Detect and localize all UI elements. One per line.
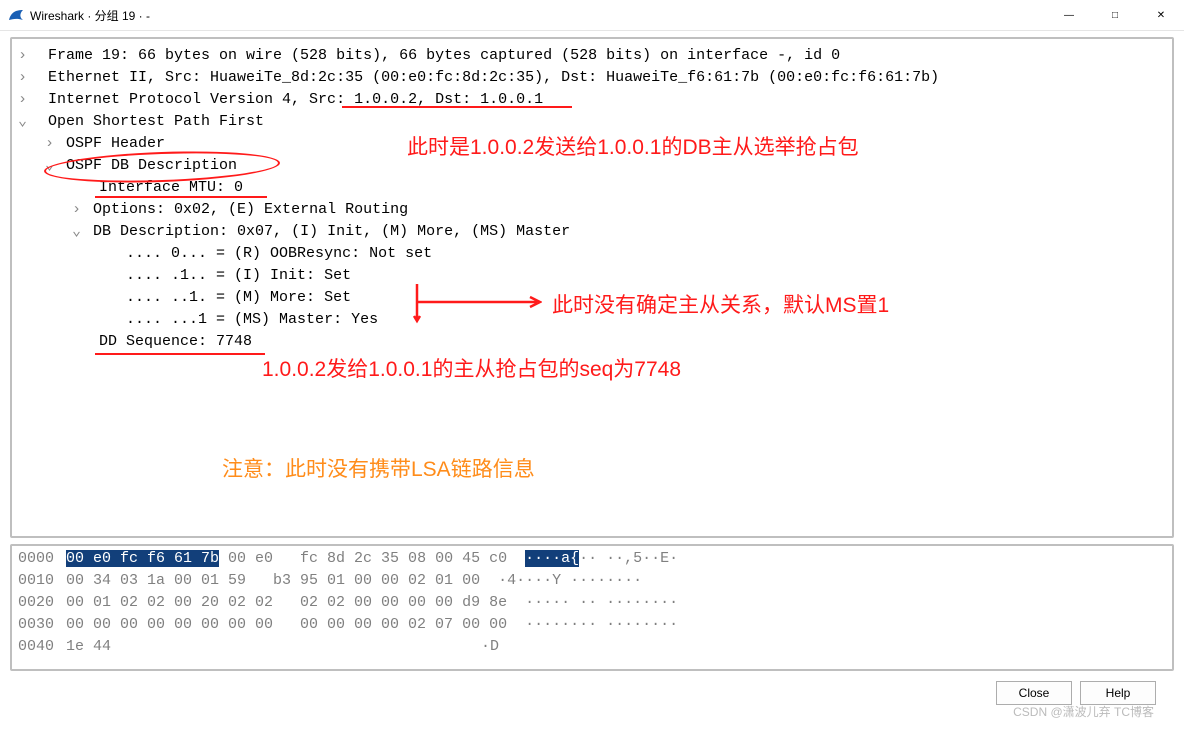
hex-row[interactable]: 002000 01 02 02 00 20 02 02 02 02 00 00 …: [18, 592, 1166, 614]
minimize-button[interactable]: —: [1046, 0, 1092, 30]
tree-row-options[interactable]: › Options: 0x02, (E) External Routing: [18, 199, 1166, 221]
tree-row-ospf-db[interactable]: ⌄ OSPF DB Description: [18, 155, 1166, 177]
tree-row-init[interactable]: .... .1.. = (I) Init: Set: [18, 265, 1166, 287]
annotation-4: 注意：此时没有携带LSA链路信息: [222, 459, 535, 481]
tree-row-ospf[interactable]: ⌄ Open Shortest Path First: [18, 111, 1166, 133]
tree-row-mtu[interactable]: Interface MTU: 0: [18, 177, 1166, 199]
watermark: CSDN @潇波儿弃 TC博客: [1013, 703, 1154, 720]
tree-row-oobresync[interactable]: .... 0... = (R) OOBResync: Not set: [18, 243, 1166, 265]
tree-row-ip[interactable]: › Internet Protocol Version 4, Src: 1.0.…: [18, 89, 1166, 111]
tree-row-frame[interactable]: › Frame 19: 66 bytes on wire (528 bits),…: [18, 45, 1166, 67]
close-dialog-button[interactable]: Close: [996, 681, 1072, 705]
maximize-button[interactable]: □: [1092, 0, 1138, 30]
hex-row[interactable]: 00401e 44·D: [18, 636, 1166, 658]
tree-row-ospf-header[interactable]: › OSPF Header: [18, 133, 1166, 155]
hex-panel: 0000 00 e0 fc f6 61 7b 00 e0 fc 8d 2c 35…: [10, 544, 1174, 671]
hex-row[interactable]: 0000 00 e0 fc f6 61 7b 00 e0 fc 8d 2c 35…: [18, 548, 1166, 570]
hex-dump[interactable]: 0000 00 e0 fc f6 61 7b 00 e0 fc 8d 2c 35…: [12, 546, 1172, 669]
underline-ddseq: [95, 353, 265, 355]
tree-row-ddseq[interactable]: DD Sequence: 7748: [18, 331, 1166, 353]
annotation-3: 1.0.0.2发给1.0.0.1的主从抢占包的seq为7748: [262, 359, 681, 381]
help-button[interactable]: Help: [1080, 681, 1156, 705]
tree-row-more[interactable]: .... ..1. = (M) More: Set: [18, 287, 1166, 309]
title-bar: Wireshark · 分组 19 · - — □ ✕: [0, 0, 1184, 31]
wireshark-icon: [8, 7, 24, 23]
packet-details-panel: › Frame 19: 66 bytes on wire (528 bits),…: [10, 37, 1174, 538]
packet-tree[interactable]: › Frame 19: 66 bytes on wire (528 bits),…: [12, 39, 1172, 536]
tree-row-master[interactable]: .... ...1 = (MS) Master: Yes: [18, 309, 1166, 331]
tree-row-dbdesc[interactable]: ⌄ DB Description: 0x07, (I) Init, (M) Mo…: [18, 221, 1166, 243]
close-button[interactable]: ✕: [1138, 0, 1184, 30]
tree-row-ethernet[interactable]: › Ethernet II, Src: HuaweiTe_8d:2c:35 (0…: [18, 67, 1166, 89]
window-controls: — □ ✕: [1046, 0, 1184, 30]
window-title: Wireshark · 分组 19 · -: [30, 7, 150, 24]
dialog-footer: Close Help: [10, 671, 1174, 705]
hex-row[interactable]: 003000 00 00 00 00 00 00 00 00 00 00 00 …: [18, 614, 1166, 636]
hex-row[interactable]: 001000 34 03 1a 00 01 59 b3 95 01 00 00 …: [18, 570, 1166, 592]
